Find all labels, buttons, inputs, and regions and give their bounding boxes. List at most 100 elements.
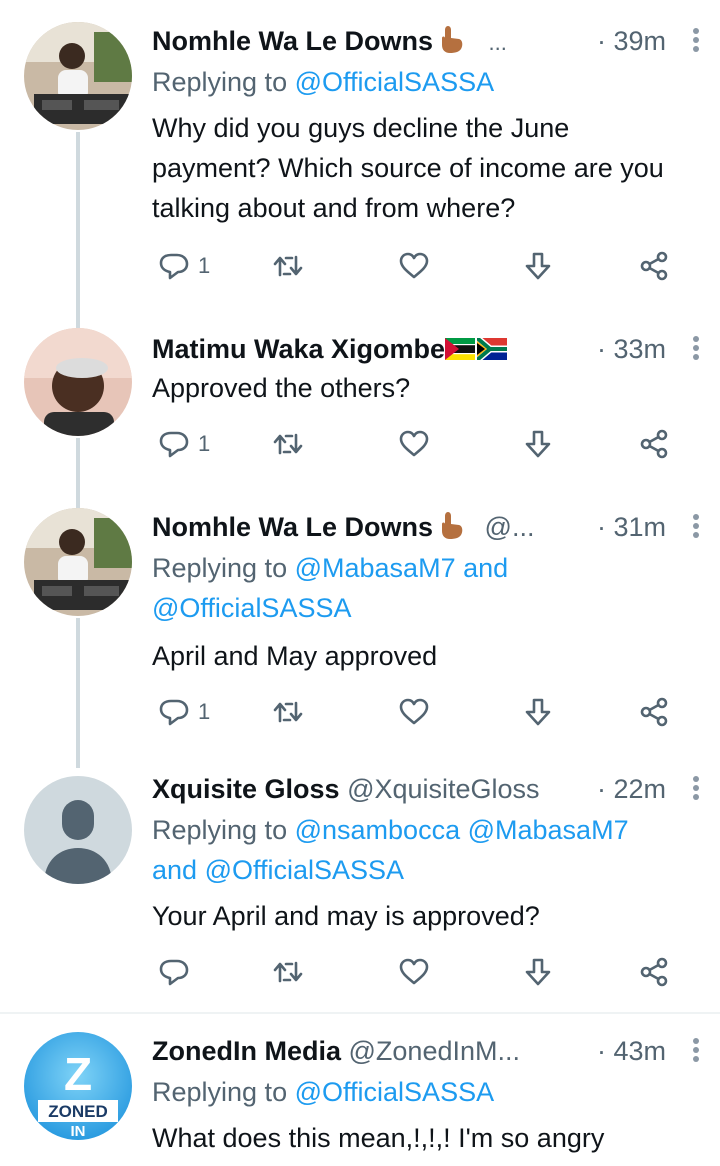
more-options-icon[interactable] <box>692 28 700 54</box>
tweet-header: ZonedIn Media @ZonedInM... · 43m <box>152 1034 700 1068</box>
heart-icon <box>399 958 429 985</box>
download-button[interactable] <box>522 952 554 992</box>
download-button[interactable] <box>522 424 554 464</box>
share-icon <box>640 957 668 987</box>
tweet-text: Your April and may is approved? <box>152 901 540 931</box>
replying-label: Replying to <box>152 553 288 583</box>
heart-icon <box>399 252 429 279</box>
timestamp[interactable]: · 39m <box>597 24 666 58</box>
tweet-header: Matimu Waka Xigombe · 33m <box>152 332 700 366</box>
retweet-icon <box>273 433 303 455</box>
mention-link[interactable]: @OfficialSASSA <box>205 855 404 885</box>
mention-connector: and <box>152 855 198 885</box>
retweet-icon <box>273 255 303 277</box>
author-name[interactable]: Nomhle Wa Le Downs <box>152 26 433 56</box>
share-icon <box>640 251 668 281</box>
tweet-actions <box>152 952 692 992</box>
share-button[interactable] <box>638 692 670 732</box>
more-options-icon[interactable] <box>692 776 700 802</box>
replying-label: Replying to <box>152 1077 288 1107</box>
retweet-button[interactable] <box>272 692 304 732</box>
bookmark-icon <box>525 252 551 280</box>
reply-count: 1 <box>198 699 211 724</box>
mention-link[interactable]: @OfficialSASSA <box>295 1077 494 1107</box>
timestamp[interactable]: · 22m <box>597 772 666 806</box>
reply-icon <box>159 253 189 280</box>
reply-button[interactable]: 1 <box>158 692 210 732</box>
bookmark-icon <box>525 698 551 726</box>
bookmark-icon <box>525 430 551 458</box>
mention-link[interactable]: @OfficialSASSA <box>152 593 351 623</box>
tweet-header: Xquisite Gloss @XquisiteGloss · 22m <box>152 772 700 806</box>
share-icon <box>640 697 668 727</box>
timestamp[interactable]: · 43m <box>597 1034 666 1068</box>
timestamp[interactable]: · 33m <box>597 332 666 366</box>
logo-text: IN <box>71 1123 86 1140</box>
download-button[interactable] <box>522 692 554 732</box>
reply-icon <box>159 431 189 458</box>
author-name[interactable]: Xquisite Gloss <box>152 774 340 804</box>
retweet-button[interactable] <box>272 246 304 286</box>
author-handle: @... <box>484 512 535 543</box>
tweet-text: Why did you guys decline the June paymen… <box>152 113 664 223</box>
pointing-hand-emoji <box>439 24 465 62</box>
tweet-text: What does this mean,!,!,! I'm so angry <box>152 1123 605 1153</box>
share-button[interactable] <box>638 424 670 464</box>
more-options-icon[interactable] <box>692 514 700 540</box>
mention-link[interactable]: @MabasaM7 <box>295 553 456 583</box>
like-button[interactable] <box>398 246 430 286</box>
retweet-button[interactable] <box>272 424 304 464</box>
tweet[interactable]: Xquisite Gloss @XquisiteGloss · 22m Repl… <box>0 756 720 1010</box>
tweet[interactable]: Nomhle Wa Le Downs ... · 39m Replying to… <box>0 0 720 300</box>
replying-label: Replying to <box>152 815 288 845</box>
author-name[interactable]: ZonedIn Media <box>152 1036 341 1066</box>
tweet-text: April and May approved <box>152 641 438 671</box>
replying-to: Replying to @MabasaM7 and @OfficialSASSA <box>152 548 700 628</box>
like-button[interactable] <box>398 952 430 992</box>
tweet[interactable]: Z ZONED IN ZonedIn Media @ZonedInM... · … <box>0 1014 720 1166</box>
mention-link[interactable]: @MabasaM7 <box>468 815 629 845</box>
replying-to: Replying to @nsambocca @MabasaM7 and @Of… <box>152 810 700 890</box>
pointing-hand-emoji <box>439 510 465 548</box>
author-handle: @XquisiteGloss <box>347 774 540 804</box>
tweet-header: Nomhle Wa Le Downs ... · 39m <box>152 24 700 58</box>
reply-icon <box>159 699 189 726</box>
avatar[interactable]: Z ZONED IN <box>24 1032 132 1140</box>
avatar[interactable] <box>24 328 132 436</box>
tweet[interactable]: Matimu Waka Xigombe · 33m Approved the o… <box>0 300 720 486</box>
more-options-icon[interactable] <box>692 336 700 362</box>
mention-link[interactable]: @OfficialSASSA <box>295 67 494 97</box>
avatar[interactable] <box>24 22 132 130</box>
reply-count: 1 <box>198 431 211 456</box>
reply-button[interactable]: 1 <box>158 424 210 464</box>
tweet[interactable]: Nomhle Wa Le Downs @... · 31m Replying t… <box>0 486 720 756</box>
author-name[interactable]: Nomhle Wa Le Downs <box>152 512 433 542</box>
replying-to: Replying to @OfficialSASSA <box>152 1072 700 1112</box>
bookmark-icon <box>525 958 551 986</box>
download-button[interactable] <box>522 246 554 286</box>
like-button[interactable] <box>398 424 430 464</box>
author-handle: @ZonedInM... <box>348 1036 520 1066</box>
author-handle: ... <box>488 30 507 56</box>
replying-label: Replying to <box>152 67 288 97</box>
avatar[interactable] <box>24 776 132 884</box>
author-name[interactable]: Matimu Waka Xigombe <box>152 334 445 364</box>
heart-icon <box>399 698 429 725</box>
reply-button[interactable] <box>158 952 190 992</box>
avatar[interactable] <box>24 508 132 616</box>
reply-button[interactable]: 1 <box>158 246 210 286</box>
tweet-actions: 1 <box>152 692 692 732</box>
heart-icon <box>399 430 429 457</box>
reply-count: 1 <box>198 253 211 278</box>
retweet-button[interactable] <box>272 952 304 992</box>
share-button[interactable] <box>638 246 670 286</box>
timestamp[interactable]: · 31m <box>597 510 666 544</box>
mention-connector: and <box>463 553 509 583</box>
share-icon <box>640 429 668 459</box>
share-button[interactable] <box>638 952 670 992</box>
mention-link[interactable]: @nsambocca <box>295 815 460 845</box>
like-button[interactable] <box>398 692 430 732</box>
retweet-icon <box>273 961 303 983</box>
mozambique-flag-icon <box>445 334 476 368</box>
more-options-icon[interactable] <box>692 1038 700 1064</box>
